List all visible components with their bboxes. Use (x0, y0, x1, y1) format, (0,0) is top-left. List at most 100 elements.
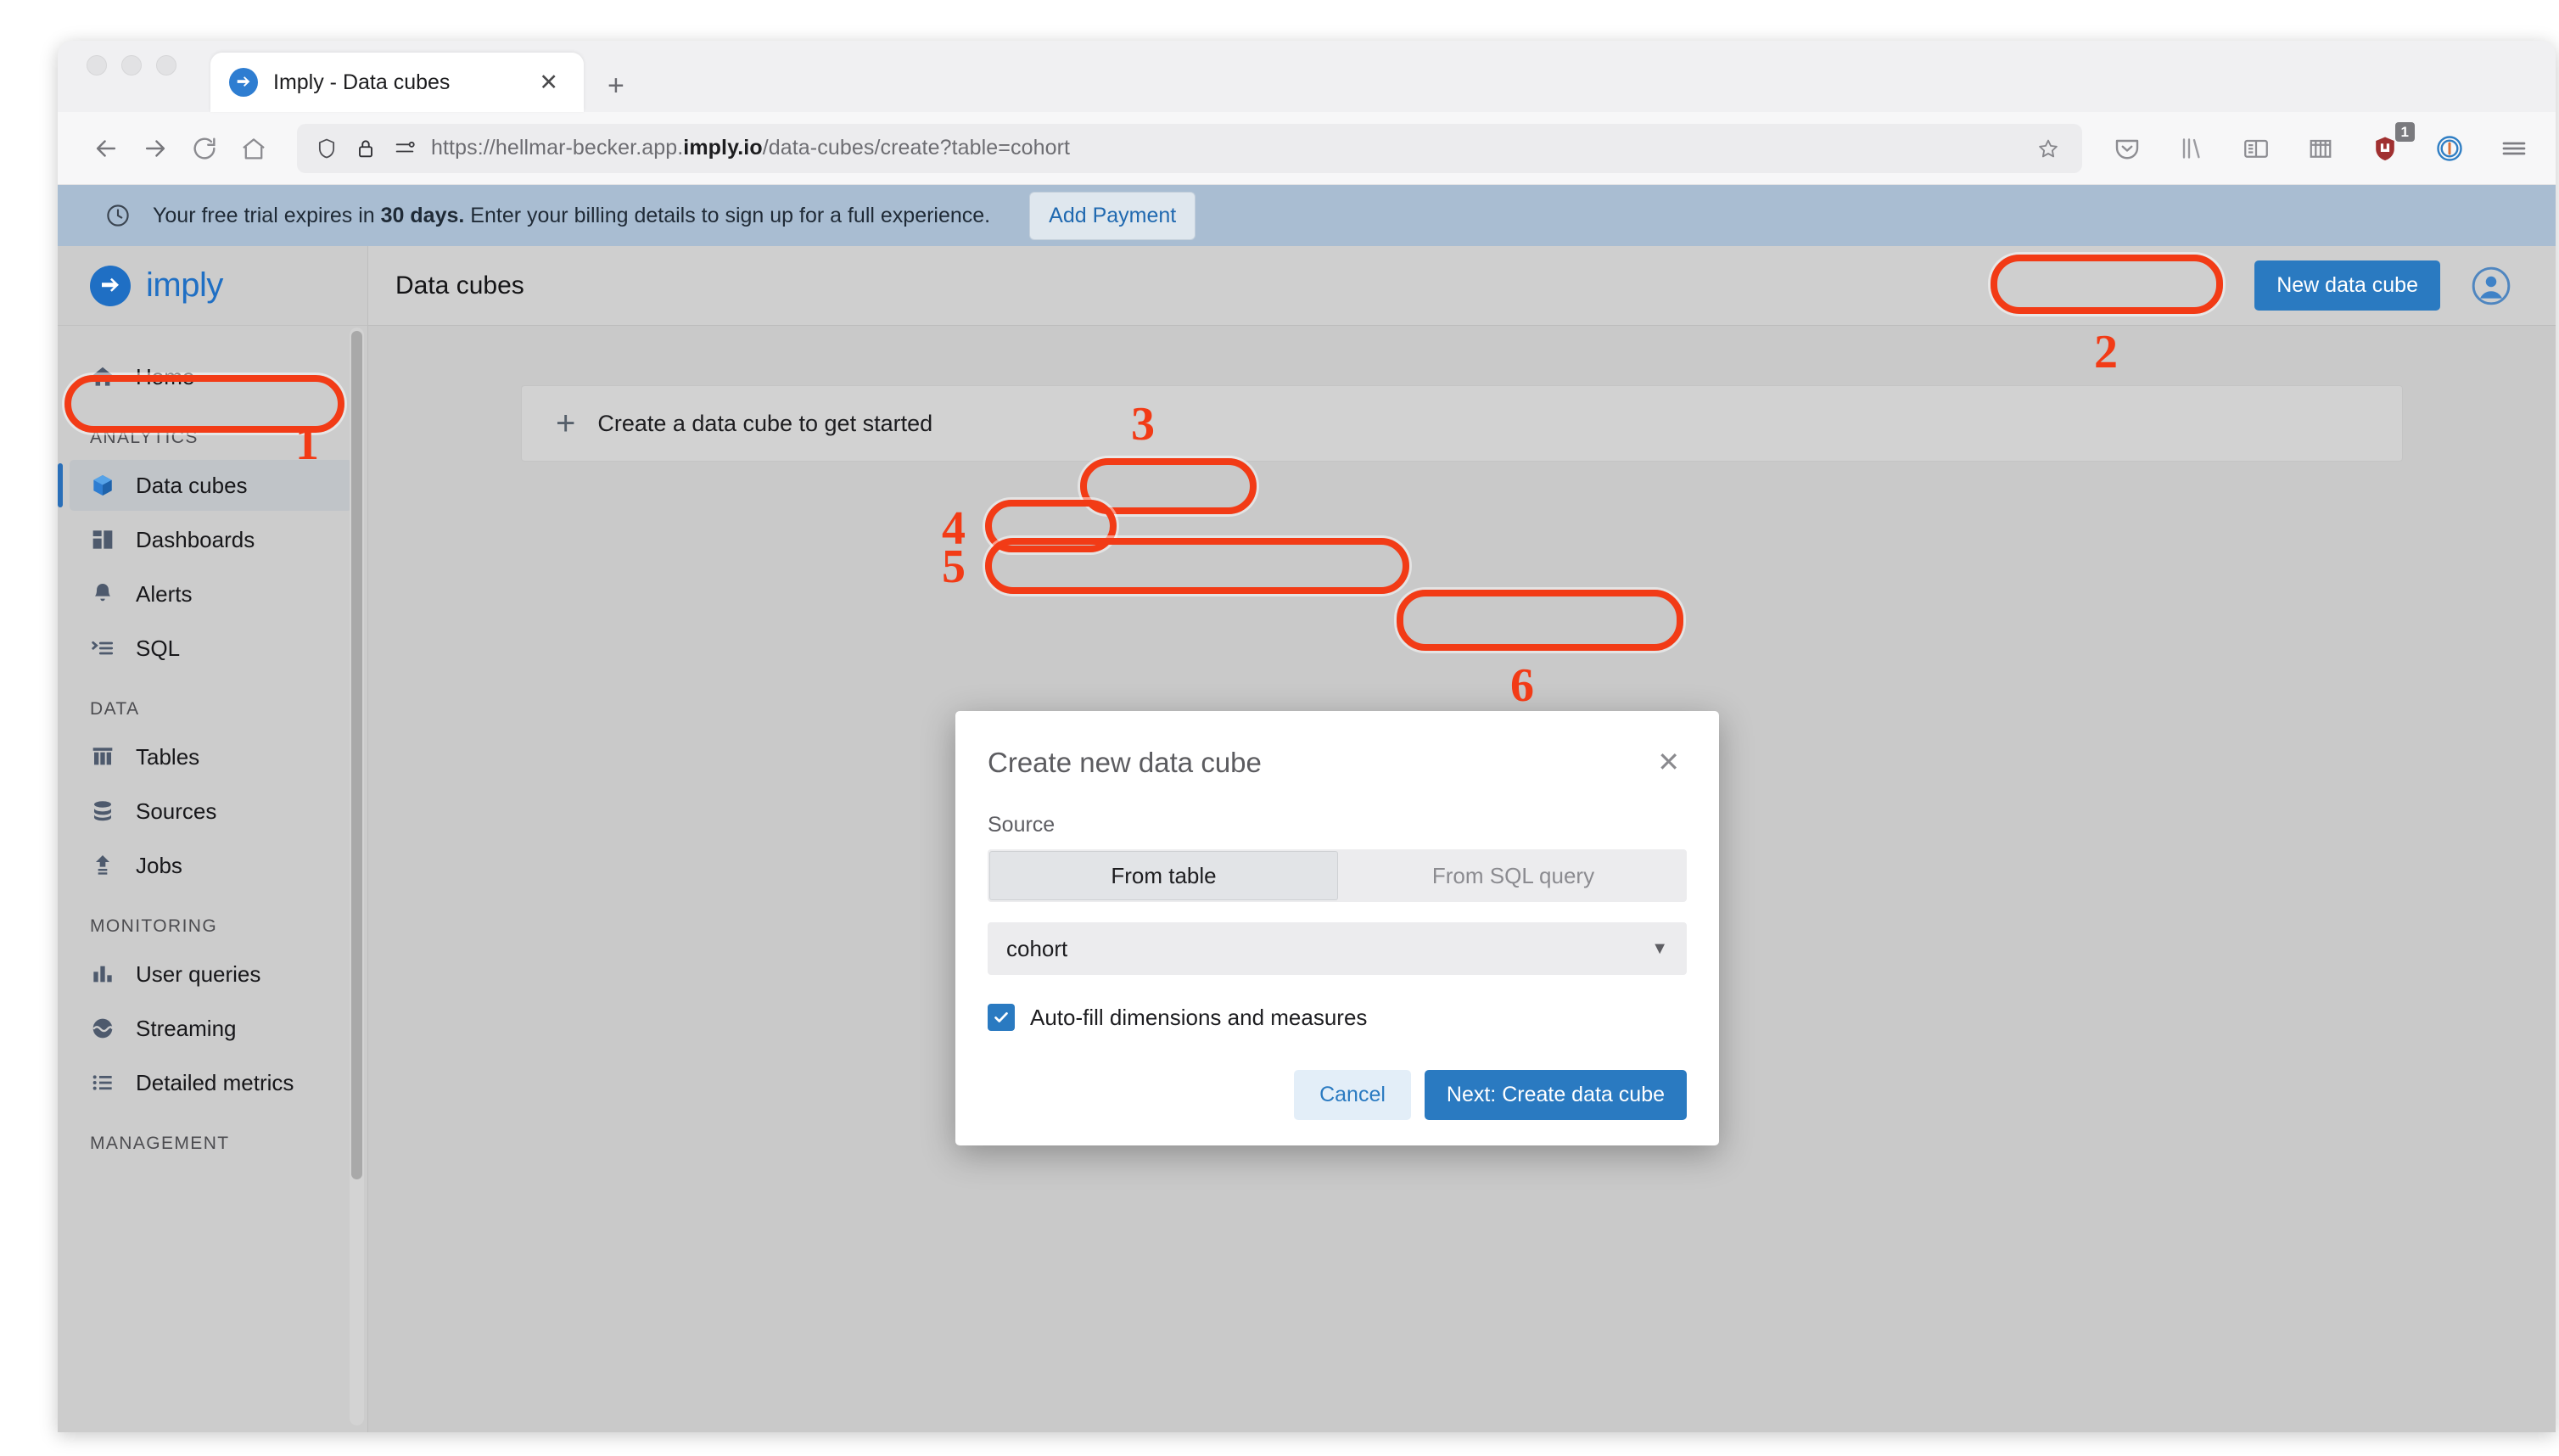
sidebar-item-alerts[interactable]: Alerts (70, 568, 352, 619)
tab-title: Imply - Data cubes (273, 70, 451, 94)
sidebar-section-management: MANAGEMENT (90, 1134, 230, 1153)
sidebar-item-label: Home (136, 363, 195, 389)
next-create-data-cube-button[interactable]: Next: Create data cube (1424, 1070, 1687, 1120)
sidebar-item-detailed-metrics[interactable]: Detailed metrics (70, 1057, 352, 1108)
sidebar: imply Home ANALYTICS Data cubes Dashboar… (58, 246, 368, 1432)
close-icon[interactable]: ✕ (1650, 747, 1687, 777)
sidebar-item-label: Dashboards (136, 526, 255, 552)
plus-icon[interactable]: + (608, 71, 624, 100)
browser-window: Imply - Data cubes ✕ + https://hellmar-b… (58, 41, 2556, 1432)
trial-banner-text: Your free trial expires in 30 days. Ente… (153, 203, 991, 227)
sidebar-item-label: Alerts (136, 580, 193, 607)
bell-icon (88, 580, 117, 608)
autofill-checkbox[interactable] (988, 1004, 1015, 1031)
plus-icon: + (556, 405, 576, 442)
user-avatar-icon[interactable] (2469, 264, 2513, 308)
sidebar-nav: Home ANALYTICS Data cubes Dashboards Ale… (58, 326, 367, 1162)
imply-arrow-icon (229, 68, 258, 97)
sidebar-item-data-cubes[interactable]: Data cubes (58, 460, 352, 511)
library-icon[interactable] (2174, 131, 2209, 166)
source-tab-from-sql-query[interactable]: From SQL query (1340, 849, 1687, 902)
minimize-window-button[interactable] (121, 55, 142, 76)
shield-icon[interactable] (314, 136, 339, 161)
containers-icon[interactable] (2303, 131, 2338, 166)
pocket-icon[interactable] (2109, 131, 2145, 166)
reader-view-icon[interactable] (2238, 131, 2274, 166)
source-tab-from-table[interactable]: From table (989, 851, 1338, 900)
main-header: Data cubes New data cube (368, 246, 2556, 326)
clock-icon (104, 201, 132, 230)
sidebar-item-jobs[interactable]: Jobs (70, 840, 352, 891)
navigation-toolbar: https://hellmar-becker.app.imply.io/data… (58, 112, 2556, 185)
sidebar-item-sources[interactable]: Sources (70, 786, 352, 837)
star-icon[interactable] (2031, 132, 2065, 165)
back-arrow-icon[interactable] (81, 124, 131, 173)
url-bar[interactable]: https://hellmar-becker.app.imply.io/data… (297, 123, 2082, 173)
stream-icon (88, 1014, 117, 1043)
create-data-cube-prompt-label: Create a data cube to get started (597, 410, 933, 436)
sidebar-item-label: Jobs (136, 852, 182, 878)
sidebar-item-label: SQL (136, 635, 181, 661)
brand-name: imply (146, 266, 223, 304)
table-select[interactable]: cohort ▼ (988, 922, 1687, 975)
create-data-cube-prompt[interactable]: + Create a data cube to get started (521, 385, 2403, 462)
forward-arrow-icon[interactable] (131, 124, 180, 173)
table-select-value: cohort (1006, 935, 1068, 961)
page-title: Data cubes (395, 271, 524, 300)
autofill-checkbox-row[interactable]: Auto-fill dimensions and measures (988, 1004, 1687, 1031)
sidebar-scrollbar-thumb[interactable] (351, 331, 362, 1179)
new-data-cube-button[interactable]: New data cube (2254, 260, 2440, 311)
window-controls (87, 41, 176, 112)
close-icon[interactable]: ✕ (532, 66, 565, 99)
dashboard-icon (88, 525, 117, 554)
sidebar-section-monitoring: MONITORING (90, 916, 218, 936)
database-icon (88, 797, 117, 826)
app-body: imply Home ANALYTICS Data cubes Dashboar… (58, 246, 2556, 1432)
sidebar-item-dashboards[interactable]: Dashboards (70, 514, 352, 565)
sidebar-item-label: Tables (136, 743, 200, 770)
browser-tab[interactable]: Imply - Data cubes ✕ (210, 53, 584, 112)
chevron-down-icon: ▼ (1651, 938, 1668, 958)
create-data-cube-modal: Create new data cube ✕ Source From table… (955, 711, 1719, 1145)
cancel-button[interactable]: Cancel (1294, 1070, 1411, 1120)
autofill-checkbox-label: Auto-fill dimensions and measures (1030, 1004, 1368, 1030)
tracking-protection-icon[interactable] (392, 136, 417, 161)
sidebar-item-label: Sources (136, 798, 217, 824)
table-icon (88, 742, 117, 771)
sidebar-item-home[interactable]: Home (70, 351, 352, 402)
sidebar-item-label: User queries (136, 960, 261, 987)
sidebar-item-label: Detailed metrics (136, 1069, 294, 1095)
sidebar-section-data: DATA (90, 699, 140, 719)
bar-chart-icon (88, 960, 117, 988)
cube-icon (88, 471, 117, 500)
modal-actions: Cancel Next: Create data cube (988, 1070, 1687, 1120)
sidebar-item-tables[interactable]: Tables (70, 731, 352, 782)
add-payment-button[interactable]: Add Payment (1029, 191, 1196, 240)
sidebar-item-label: Streaming (136, 1015, 237, 1041)
sidebar-item-streaming[interactable]: Streaming (70, 1003, 352, 1054)
sidebar-item-label: Data cubes (136, 472, 248, 498)
extension-badge-count: 1 (2394, 121, 2415, 142)
maximize-window-button[interactable] (156, 55, 176, 76)
imply-arrow-icon (90, 265, 131, 306)
reload-icon[interactable] (180, 124, 229, 173)
browser-extension-toolbar: 1 (2101, 121, 2532, 166)
tab-strip: Imply - Data cubes ✕ + (58, 41, 2556, 112)
list-icon (88, 1068, 117, 1097)
onepassword-icon[interactable] (2432, 131, 2467, 166)
ublock-origin-icon[interactable]: 1 (2367, 121, 2415, 166)
hamburger-menu-icon[interactable] (2496, 131, 2532, 166)
close-window-button[interactable] (87, 55, 107, 76)
sidebar-section-analytics: ANALYTICS (90, 428, 199, 447)
home-icon[interactable] (229, 124, 278, 173)
upload-icon (88, 851, 117, 880)
modal-header: Create new data cube ✕ (988, 747, 1687, 779)
sidebar-item-user-queries[interactable]: User queries (70, 949, 352, 1000)
brand-logo[interactable]: imply (58, 246, 367, 326)
sidebar-item-sql[interactable]: SQL (70, 623, 352, 674)
source-label: Source (988, 813, 1056, 837)
url-text: https://hellmar-becker.app.imply.io/data… (431, 136, 1071, 160)
home-icon (88, 362, 117, 391)
trial-banner: Your free trial expires in 30 days. Ente… (58, 185, 2556, 246)
lock-icon[interactable] (353, 136, 378, 161)
